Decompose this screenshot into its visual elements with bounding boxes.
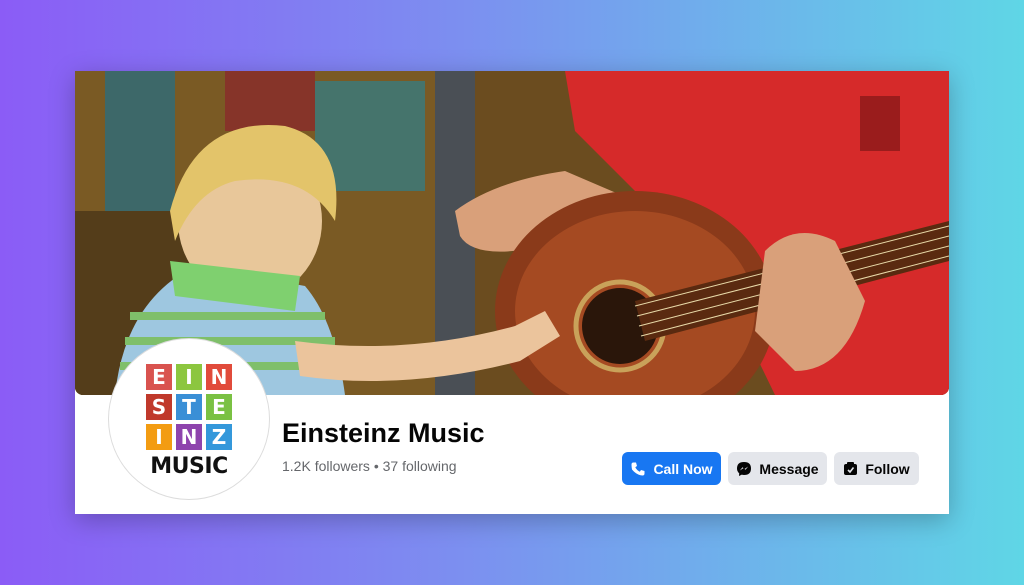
phone-icon [630, 461, 646, 477]
follow-label: Follow [865, 460, 910, 477]
logo-tile: Z [206, 423, 232, 450]
logo-tile: E [146, 363, 172, 390]
messenger-icon [736, 461, 752, 477]
logo-tile: T [176, 393, 202, 420]
follow-icon [843, 461, 858, 476]
page-header-card: E I N S T E I N Z MUSIC Einsteinz Music … [75, 71, 949, 514]
message-label: Message [759, 460, 819, 477]
call-now-label: Call Now [653, 460, 713, 477]
page-title: Einsteinz Music [282, 418, 485, 448]
follow-button[interactable]: Follow [834, 452, 919, 485]
profile-avatar[interactable]: E I N S T E I N Z MUSIC [109, 339, 269, 499]
message-button[interactable]: Message [728, 452, 827, 485]
follower-stats[interactable]: 1.2K followers • 37 following [282, 458, 457, 474]
logo-tile: E [206, 393, 232, 420]
logo-tile: N [206, 363, 232, 390]
logo-wordmark: MUSIC [150, 453, 228, 479]
logo-tile: I [176, 363, 202, 390]
logo-letter-grid: E I N S T E I N Z [146, 363, 232, 450]
logo-tile: N [176, 423, 202, 450]
call-now-button[interactable]: Call Now [622, 452, 721, 485]
logo-tile: I [146, 423, 172, 450]
logo-tile: S [146, 393, 172, 420]
